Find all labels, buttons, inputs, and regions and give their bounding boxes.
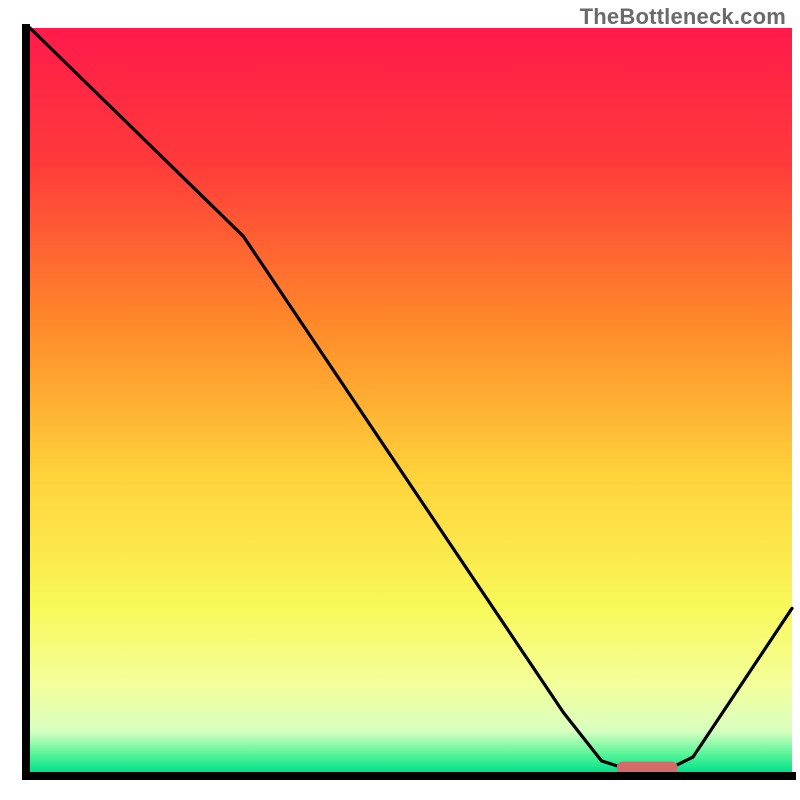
optimal-range-marker (617, 762, 678, 774)
chart-container: TheBottleneck.com (0, 0, 800, 800)
bottleneck-chart (0, 0, 800, 800)
watermark-text: TheBottleneck.com (580, 4, 786, 30)
